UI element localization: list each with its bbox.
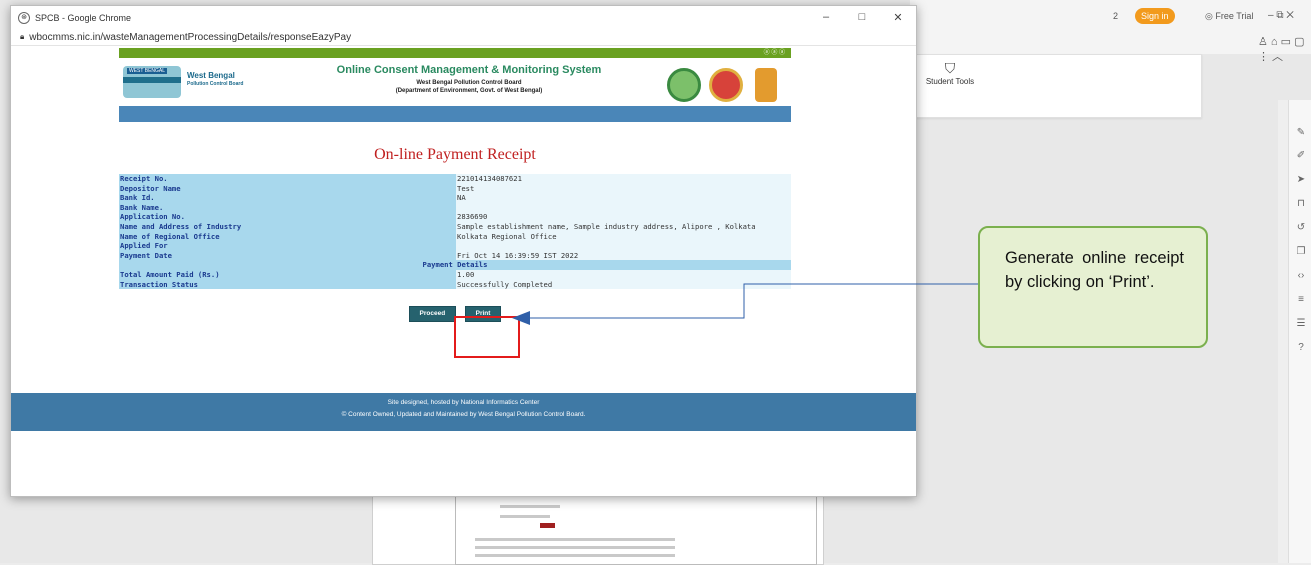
instruction-callout: Generate online receipt by clicking on ‘…: [978, 226, 1208, 348]
connector-line: [530, 283, 978, 319]
arrow-head-icon: [512, 311, 530, 325]
